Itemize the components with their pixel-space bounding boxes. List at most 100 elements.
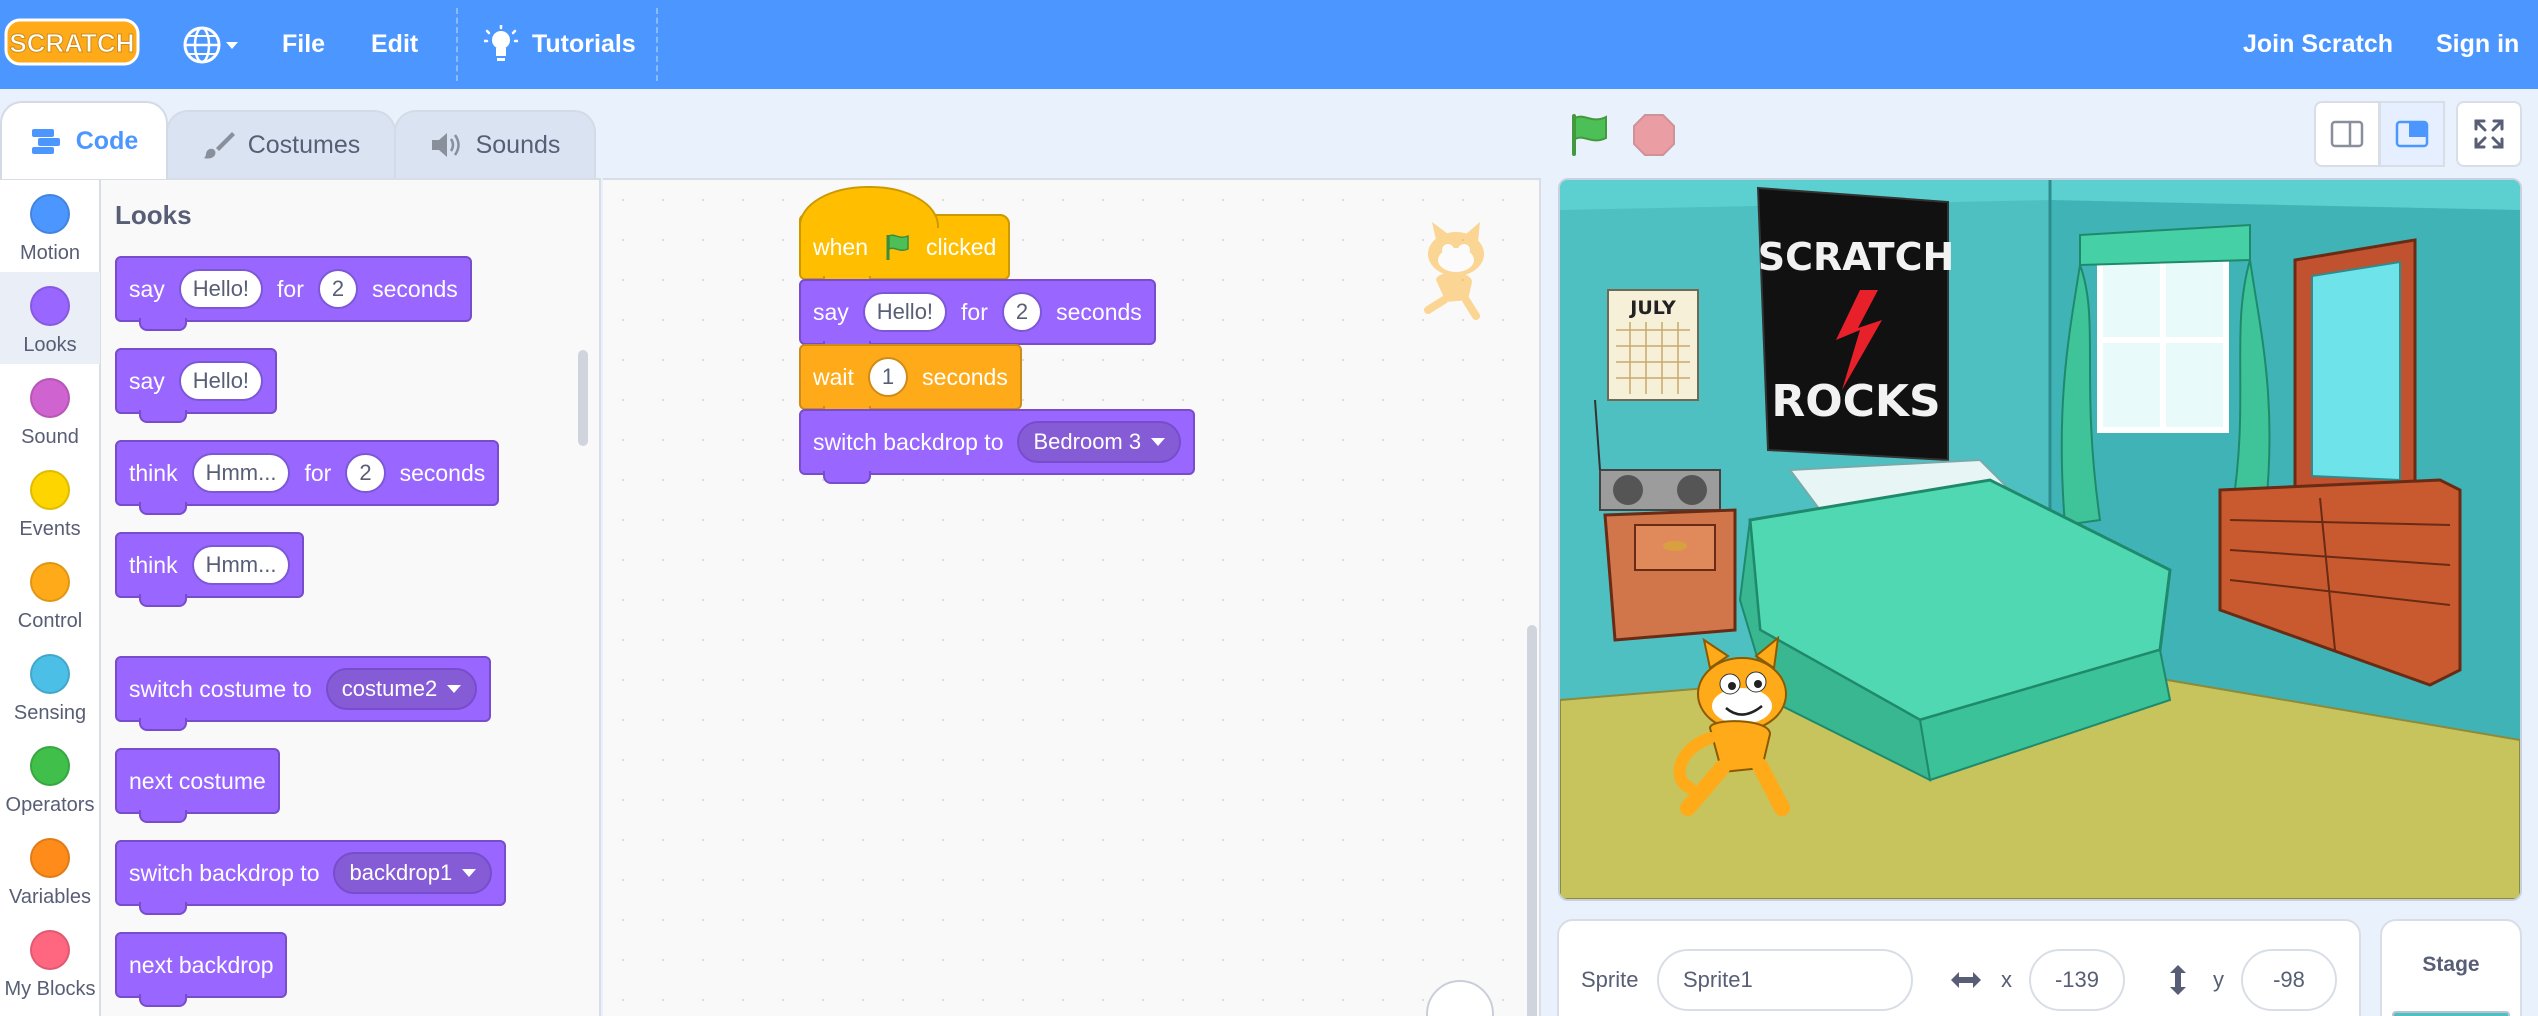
next-backdrop-block[interactable]: next backdrop (115, 932, 288, 1007)
block-text: for (961, 298, 988, 325)
category-menu: Motion Looks Sound Events Control Sensin… (0, 178, 101, 1016)
say-for-seconds-block[interactable]: say Hello! for 2 seconds (115, 256, 472, 331)
x-position-input[interactable]: -139 (2029, 949, 2125, 1011)
tutorials-button[interactable]: Tutorials (484, 0, 636, 89)
fullscreen-icon (2474, 119, 2504, 149)
caret-down-icon (1151, 438, 1166, 446)
stage-selector-label: Stage (2422, 953, 2480, 976)
category-my-blocks[interactable]: My Blocks (0, 916, 100, 1008)
block-text: wait (813, 363, 854, 390)
dropdown-value: costume2 (341, 676, 438, 701)
stop-icon (1633, 114, 1675, 156)
join-scratch-link[interactable]: Join Scratch (2243, 0, 2393, 89)
category-sound[interactable]: Sound (0, 364, 100, 456)
category-label: Variables (9, 886, 91, 908)
say-for-seconds-block[interactable]: say Hello! for 2 seconds (799, 279, 1156, 354)
block-text: switch costume to (129, 675, 312, 702)
message-input[interactable]: Hello! (862, 292, 948, 332)
y-position-input[interactable]: -98 (2241, 949, 2337, 1011)
menu-divider (456, 8, 458, 81)
small-stage-button[interactable] (2314, 101, 2380, 167)
category-looks[interactable]: Looks (0, 272, 100, 364)
zoom-in-button[interactable] (1426, 980, 1494, 1016)
category-dot (30, 930, 70, 970)
svg-text:ROCKS: ROCKS (1771, 376, 1940, 427)
block-text: for (277, 275, 304, 302)
tab-code[interactable]: Code (0, 101, 168, 179)
caret-down-icon (447, 685, 462, 693)
block-text: for (304, 459, 332, 486)
block-text: say (129, 275, 165, 302)
script-area[interactable]: when clicked say Hello! for 2 seconds wa… (603, 178, 1541, 1016)
category-sensing[interactable]: Sensing (0, 640, 100, 732)
bedroom-backdrop: JULY SCRATCH ROCKS (1560, 180, 2520, 899)
costume-dropdown[interactable]: costume2 (325, 668, 478, 710)
language-menu[interactable] (180, 0, 240, 89)
wait-seconds-block[interactable]: wait 1 seconds (799, 344, 1022, 419)
script-scrollbar[interactable] (1527, 625, 1537, 1016)
message-input[interactable]: Hmm... (191, 453, 291, 493)
stage-thumbnail (2392, 1011, 2510, 1016)
stage-selector[interactable]: Stage (2380, 919, 2522, 1016)
speaker-icon (431, 133, 460, 157)
category-variables[interactable]: Variables (0, 824, 100, 916)
block-text: next costume (129, 767, 266, 794)
seconds-input[interactable]: 2 (1001, 292, 1043, 332)
next-costume-block[interactable]: next costume (115, 748, 280, 823)
message-input[interactable]: Hello! (178, 269, 264, 309)
y-label: y (2213, 967, 2224, 992)
switch-backdrop-block[interactable]: switch backdrop to backdrop1 (115, 840, 507, 915)
block-text: seconds (922, 363, 1008, 390)
fullscreen-button[interactable] (2456, 101, 2522, 167)
globe-icon (183, 26, 238, 63)
scratch-logo[interactable]: SCRATCH (4, 16, 140, 68)
category-events[interactable]: Events (0, 456, 100, 548)
normal-stage-button[interactable] (2379, 101, 2445, 167)
when-flag-clicked-block[interactable]: when clicked (799, 186, 1011, 289)
switch-backdrop-block[interactable]: switch backdrop to Bedroom 3 (799, 409, 1196, 484)
tab-sounds-label: Sounds (475, 130, 561, 159)
seconds-input[interactable]: 1 (867, 357, 909, 397)
svg-text:SCRATCH: SCRATCH (9, 28, 134, 58)
say-block[interactable]: say Hello! (115, 348, 278, 423)
tab-costumes[interactable]: Costumes (166, 110, 396, 178)
small-stage-icon (2330, 120, 2364, 148)
x-arrows-icon (1951, 972, 1981, 988)
category-label: Motion (19, 242, 81, 264)
backdrop-dropdown[interactable]: backdrop1 (333, 852, 493, 894)
backdrop-dropdown[interactable]: Bedroom 3 (1017, 421, 1182, 463)
calendar-poster: JULY (1607, 289, 1699, 401)
stop-button[interactable] (1628, 109, 1680, 161)
category-dot (30, 194, 70, 234)
message-input[interactable]: Hmm... (191, 545, 291, 585)
sprite-name-input[interactable]: Sprite1 (1657, 949, 1913, 1011)
block-text: clicked (925, 233, 997, 260)
message-input[interactable]: Hello! (178, 361, 264, 401)
edit-menu[interactable]: Edit (371, 0, 418, 89)
seconds-input[interactable]: 2 (317, 269, 359, 309)
menu-divider (656, 8, 658, 81)
paintbrush-icon (203, 132, 235, 159)
x-label: x (2001, 967, 2012, 992)
category-label: Sensing (13, 702, 87, 724)
sign-in-link[interactable]: Sign in (2436, 0, 2519, 89)
caret-down-icon (462, 869, 477, 877)
tab-sounds[interactable]: Sounds (394, 110, 596, 178)
category-control[interactable]: Control (0, 548, 100, 640)
category-operators[interactable]: Operators (0, 732, 100, 824)
block-text: when (813, 233, 868, 260)
category-dot (30, 654, 70, 694)
tab-costumes-label: Costumes (247, 130, 361, 159)
stage-canvas[interactable]: JULY SCRATCH ROCKS (1558, 178, 2522, 901)
think-block[interactable]: think Hmm... (115, 532, 305, 607)
think-for-seconds-block[interactable]: think Hmm... for 2 seconds (115, 440, 500, 515)
category-motion[interactable]: Motion (0, 180, 100, 272)
file-menu[interactable]: File (282, 0, 325, 89)
category-dot (30, 286, 70, 326)
green-flag-button[interactable] (1563, 109, 1615, 161)
palette-scrollbar[interactable] (578, 350, 588, 446)
seconds-input[interactable]: 2 (345, 453, 386, 493)
switch-costume-block[interactable]: switch costume to costume2 (115, 656, 492, 731)
category-dot (30, 838, 70, 878)
tutorials-label: Tutorials (532, 30, 636, 58)
